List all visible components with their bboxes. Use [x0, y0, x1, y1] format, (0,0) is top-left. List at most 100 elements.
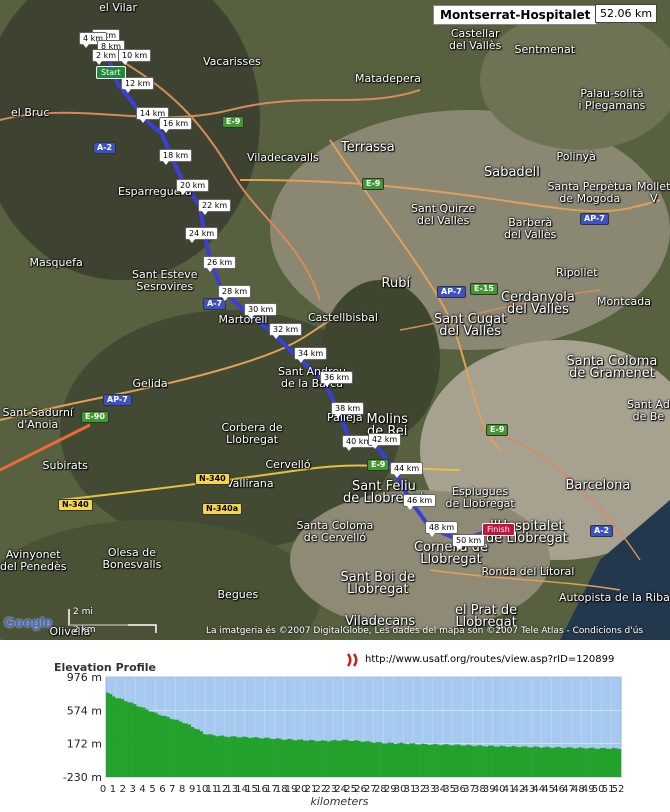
- elevation-bar: [472, 746, 476, 777]
- elevation-bar: [245, 737, 249, 777]
- km-marker-18-km[interactable]: 18 km: [159, 149, 193, 165]
- usatf-logo-icon[interactable]: [345, 652, 361, 668]
- elevation-bar: [145, 709, 149, 777]
- x-tick-label: 2: [120, 784, 126, 795]
- elevation-bar: [448, 745, 452, 777]
- km-marker-48-km[interactable]: 48 km: [425, 521, 459, 537]
- elevation-bar: [521, 746, 525, 777]
- km-marker-44-km[interactable]: 44 km: [390, 462, 424, 478]
- x-tick-label: 52: [612, 784, 625, 795]
- road-shield-n-340: N-340: [195, 473, 230, 485]
- elevation-bar: [560, 747, 564, 777]
- elevation-bar: [530, 747, 534, 777]
- google-logo: Google: [4, 614, 53, 630]
- km-marker-34-km[interactable]: 34 km: [294, 347, 328, 363]
- km-marker-16-km[interactable]: 16 km: [159, 117, 193, 133]
- elevation-bar: [490, 745, 494, 777]
- elevation-bar: [587, 748, 591, 777]
- elevation-bar: [466, 744, 470, 777]
- elevation-bar: [345, 739, 349, 777]
- elevation-bar: [308, 739, 313, 777]
- elevation-bar: [424, 743, 428, 777]
- elevation-bar: [236, 737, 240, 777]
- elevation-bar: [433, 743, 437, 777]
- km-marker-36-km[interactable]: 36 km: [320, 371, 354, 387]
- road-shield-e-9: E-9: [222, 116, 245, 128]
- elevation-bar: [284, 739, 288, 777]
- x-axis-label: kilometers: [310, 795, 368, 808]
- place-label-corbera-de-llobregat: Corbera de Llobregat: [221, 421, 283, 446]
- km-marker-32-km[interactable]: 32 km: [269, 323, 303, 339]
- km-marker-10-km[interactable]: 10 km: [118, 49, 152, 65]
- place-label-palau-solit-i-plegamans: Palau-solità i Plegamans: [578, 87, 646, 112]
- km-marker-24-km[interactable]: 24 km: [185, 227, 219, 243]
- elevation-bar: [118, 698, 122, 777]
- elevation-bar: [154, 712, 158, 777]
- elevation-bar: [451, 745, 455, 777]
- elevation-bar: [169, 718, 173, 777]
- place-label-olesa-de-bonesvalls: Olesa de Bonesvalls: [102, 546, 162, 571]
- elevation-bar: [442, 744, 446, 777]
- elevation-chart: 976 m574 m172 m-230 m0 1 2 3 4 5 6 7 8 9 101112131…: [63, 671, 625, 808]
- x-tick-label: 9: [189, 784, 195, 795]
- place-label-santa-coloma-de-cervell: Santa Coloma de Cervelló: [296, 519, 374, 544]
- km-marker-50-km[interactable]: 50 km: [452, 534, 486, 550]
- elevation-bar: [369, 742, 373, 777]
- elevation-bar: [545, 746, 549, 777]
- elevation-bar: [608, 748, 613, 777]
- km-marker-46-km[interactable]: 46 km: [403, 494, 437, 510]
- place-label-terrassa: Terrassa: [341, 140, 395, 155]
- elevation-bar: [257, 737, 261, 777]
- elevation-bar: [548, 747, 552, 777]
- elevation-bar: [511, 745, 516, 777]
- km-marker-20-km[interactable]: 20 km: [176, 179, 210, 195]
- place-label-sant-cugat-del-vall-s: Sant Cugat del Vallès: [434, 312, 507, 339]
- elevation-bar: [611, 747, 616, 777]
- km-marker-42-km[interactable]: 42 km: [368, 433, 402, 449]
- elevation-bar: [218, 735, 222, 777]
- elevation-bar: [342, 739, 346, 777]
- place-label-cervell: Cervelló: [265, 458, 311, 471]
- road-shield-e-9: E-9: [362, 178, 385, 190]
- elevation-bar: [148, 711, 152, 777]
- km-marker-26-km[interactable]: 26 km: [203, 256, 237, 272]
- elevation-bar: [336, 740, 340, 777]
- km-marker-12-km[interactable]: 12 km: [121, 77, 155, 93]
- km-marker-28-km[interactable]: 28 km: [218, 285, 252, 301]
- elevation-bar: [324, 740, 328, 777]
- elevation-bar: [484, 746, 488, 777]
- elevation-bar: [514, 746, 519, 777]
- y-tick-label: 574 m: [67, 704, 102, 717]
- satellite-map[interactable]: el Vilar Vacarisses Castellar del Vallès Sen…: [0, 0, 670, 640]
- elevation-bar: [133, 704, 137, 777]
- finish-marker[interactable]: Finish: [482, 523, 515, 536]
- km-marker-38-km[interactable]: 38 km: [331, 402, 365, 418]
- elevation-bar: [227, 737, 231, 777]
- elevation-bar: [427, 744, 431, 777]
- start-marker[interactable]: Start: [96, 66, 126, 79]
- km-marker-22-km[interactable]: 22 km: [198, 199, 232, 215]
- elevation-bar: [390, 742, 394, 777]
- elevation-bar: [175, 719, 179, 777]
- elevation-bar: [566, 747, 570, 777]
- elevation-bar: [405, 744, 410, 777]
- km-marker-2-km[interactable]: 2 km: [92, 49, 121, 65]
- elevation-bar: [605, 748, 610, 777]
- elevation-bar: [230, 736, 234, 777]
- elevation-bar: [375, 742, 379, 777]
- elevation-bar: [415, 744, 419, 777]
- elevation-bar: [121, 699, 125, 777]
- x-tick-label: 5: [149, 784, 155, 795]
- y-tick-label: 976 m: [67, 671, 102, 684]
- elevation-bar: [233, 736, 237, 777]
- elevation-bar: [333, 739, 337, 777]
- elevation-bar: [287, 738, 291, 777]
- elevation-bar: [272, 739, 276, 777]
- elevation-bar: [299, 739, 304, 777]
- elevation-bar: [366, 741, 370, 777]
- elevation-bar: [396, 743, 401, 777]
- km-marker-30-km[interactable]: 30 km: [244, 303, 278, 319]
- place-label-begues: Begues: [217, 588, 259, 601]
- elevation-bar: [221, 735, 225, 777]
- route-url-link[interactable]: http://www.usatf.org/routes/view.asp?rID…: [365, 654, 614, 665]
